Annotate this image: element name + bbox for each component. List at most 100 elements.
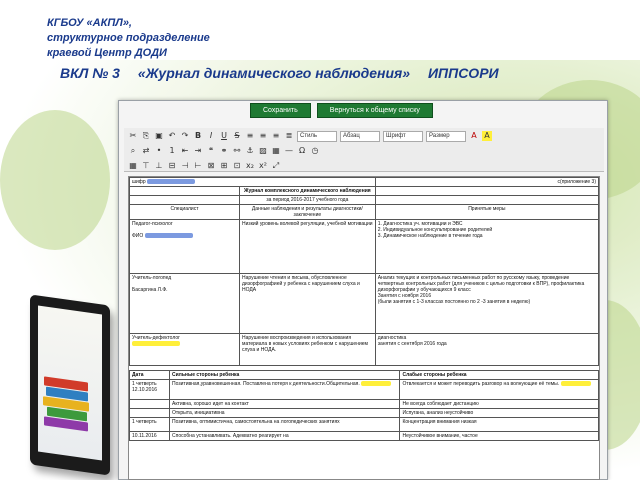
header-specialist: Специалист — [129, 204, 240, 220]
special-char-icon[interactable]: Ω — [297, 146, 307, 156]
save-button[interactable]: Сохранить — [250, 103, 311, 118]
quote-icon[interactable]: ❝ — [206, 146, 216, 156]
title-ippsori: ИППСОРИ — [427, 65, 499, 81]
format-select[interactable]: Абзац — [340, 130, 380, 142]
tablet-screen — [38, 305, 102, 461]
editor-topbar: Сохранить Вернуться к общему списку — [250, 103, 433, 118]
row-before-icon[interactable]: ⊤ — [141, 161, 151, 171]
table-cell: Концентрация внимания низкая — [399, 417, 599, 432]
table-cell: Отвлекается и может переводить разговор … — [399, 379, 599, 400]
table-cell: Неустойчивое внимание, частое — [399, 431, 599, 441]
replace-icon[interactable]: ⇄ — [141, 146, 151, 156]
table-icon[interactable]: ▦ — [271, 146, 281, 156]
merge-cells-icon[interactable]: ⊞ — [219, 161, 229, 171]
find-icon[interactable]: ⌕ — [128, 146, 138, 156]
org-line-1: КГБОУ «АКПЛ», — [47, 17, 132, 29]
slide-title: ВКЛ № 3 «Журнал динамического наблюдения… — [60, 65, 513, 81]
italic-icon[interactable]: I — [206, 131, 216, 141]
table-cell: Позитивна, оптимистична, самостоятельна … — [168, 417, 401, 432]
text-color-icon[interactable]: A — [469, 131, 479, 141]
font-select[interactable]: Шрифт — [383, 130, 423, 142]
indent-icon[interactable]: ⇥ — [193, 146, 203, 156]
org-line-3: краевой Центр ДОДИ — [47, 47, 167, 59]
table-cell: 1. Диагностика уч. мотивации и ЭВС 2. Ин… — [374, 219, 599, 274]
paste-icon[interactable]: ▣ — [154, 131, 164, 141]
table-cell: Низкий уровень волевой регуляции, учебно… — [239, 219, 376, 274]
align-center-icon[interactable]: ≡ — [258, 131, 268, 141]
title-vkl: ВКЛ № 3 — [60, 65, 120, 81]
header-data: Данные наблюдения и результаты диагности… — [239, 204, 376, 220]
header-measures: Принятые меры — [374, 204, 599, 220]
redacted-cipher — [147, 179, 196, 185]
org-line-2: структурное подразделение — [47, 32, 210, 44]
table-props-icon[interactable]: ▦ — [128, 161, 138, 171]
table-cell: Нарушение чтения и письма, обусловленное… — [239, 273, 376, 334]
table-row: Педагог-психолог ФИО — [129, 219, 240, 274]
cipher-cell: шифр — [129, 177, 376, 187]
col-after-icon[interactable]: ⊢ — [193, 161, 203, 171]
split-cells-icon[interactable]: ⊡ — [232, 161, 242, 171]
strike-icon[interactable]: S — [232, 131, 242, 141]
period-cell: за период 2016-2017 учебного года — [239, 195, 376, 205]
size-select[interactable]: Размер — [426, 130, 466, 142]
appendix-cell: с(приложение 3) — [374, 177, 599, 187]
leaf-cluster — [0, 110, 110, 250]
organization-header: КГБОУ «АКПЛ», структурное подразделение … — [47, 16, 210, 61]
table-cell: Испугана, анализ неустойчиво — [399, 408, 599, 418]
copy-icon[interactable]: ⎘ — [141, 131, 151, 141]
header-strong: Сильные стороны ребенка — [168, 370, 401, 380]
table-cell: Способна устанавливать. Адекватно реагир… — [168, 431, 401, 441]
list-bullet-icon[interactable]: • — [154, 146, 164, 156]
table-cell: Нарушение воспроизведения и использовани… — [239, 333, 376, 366]
header-date: Дата — [129, 370, 170, 380]
delete-col-icon[interactable]: ⊠ — [206, 161, 216, 171]
table-cell: 1 четверть 12.10.2016 — [129, 379, 170, 400]
col-before-icon[interactable]: ⊣ — [180, 161, 190, 171]
hr-icon[interactable]: — — [284, 146, 294, 156]
journal-title: Журнал комплексного динамического наблюд… — [239, 186, 376, 196]
justify-icon[interactable]: ≣ — [284, 131, 294, 141]
table-cell: Позитивная,уравновешенная. Поставлена по… — [168, 379, 401, 400]
redo-icon[interactable]: ↷ — [180, 131, 190, 141]
row-after-icon[interactable]: ⊥ — [154, 161, 164, 171]
document-body[interactable]: шифр с(приложение 3) Журнал комплексного… — [128, 176, 600, 480]
unlink-icon[interactable]: ⚯ — [232, 146, 242, 156]
header-weak: Слабые стороны ребенка — [399, 370, 599, 380]
outdent-icon[interactable]: ⇤ — [180, 146, 190, 156]
style-select[interactable]: Стиль — [297, 130, 337, 142]
table-row: Учитель-логопед Басаргина Л.Ф. — [129, 273, 240, 334]
underline-icon[interactable]: U — [219, 131, 229, 141]
table-cell: диагностика занятия с сентября 2016 года — [374, 333, 599, 366]
undo-icon[interactable]: ↶ — [167, 131, 177, 141]
table-row: Учитель-дефектолог — [129, 333, 240, 366]
toolbar-row-2: ⌕ ⇄ • 1 ⇤ ⇥ ❝ ⚭ ⚯ ⚓ ▨ ▦ — Ω ◷ — [128, 144, 604, 158]
toolbar-row-3: ▦ ⊤ ⊥ ⊟ ⊣ ⊢ ⊠ ⊞ ⊡ x₂ x² ⤢ — [128, 159, 604, 173]
bg-color-icon[interactable]: A — [482, 131, 492, 141]
image-icon[interactable]: ▨ — [258, 146, 268, 156]
subscript-icon[interactable]: x₂ — [245, 161, 255, 171]
table-cell: Анализ текущих и контрольных письменных … — [374, 273, 599, 334]
cut-icon[interactable]: ✂ — [128, 131, 138, 141]
editor-toolbar: ✂ ⎘ ▣ ↶ ↷ B I U S ≡ ≡ ≡ ≣ Стиль Абзац Шр… — [124, 128, 604, 172]
align-left-icon[interactable]: ≡ — [245, 131, 255, 141]
superscript-icon[interactable]: x² — [258, 161, 268, 171]
strengths-table: Дата Сильные стороны ребенка Слабые стор… — [129, 370, 599, 441]
toolbar-row-1: ✂ ⎘ ▣ ↶ ↷ B I U S ≡ ≡ ≡ ≣ Стиль Абзац Шр… — [128, 129, 604, 143]
list-number-icon[interactable]: 1 — [167, 146, 177, 156]
table-cell: 1 четверть — [129, 417, 170, 432]
anchor-icon[interactable]: ⚓ — [245, 146, 255, 156]
table-cell: Активна, хорошо идет на контакт — [168, 399, 401, 409]
delete-row-icon[interactable]: ⊟ — [167, 161, 177, 171]
fullscreen-icon[interactable]: ⤢ — [271, 161, 281, 171]
bold-icon[interactable]: B — [193, 131, 203, 141]
title-journal: «Журнал динамического наблюдения» — [137, 65, 411, 81]
align-right-icon[interactable]: ≡ — [271, 131, 281, 141]
back-to-list-button[interactable]: Вернуться к общему списку — [316, 103, 433, 118]
tablet-illustration — [30, 294, 110, 476]
table-cell: Открыта, инициативна — [168, 408, 401, 418]
link-icon[interactable]: ⚭ — [219, 146, 229, 156]
date-icon[interactable]: ◷ — [310, 146, 320, 156]
table-cell: 10.11.2016 — [129, 431, 170, 441]
journal-table: шифр с(приложение 3) Журнал комплексного… — [129, 177, 599, 366]
table-cell: Не всегда соблюдает дистанцию — [399, 399, 599, 409]
